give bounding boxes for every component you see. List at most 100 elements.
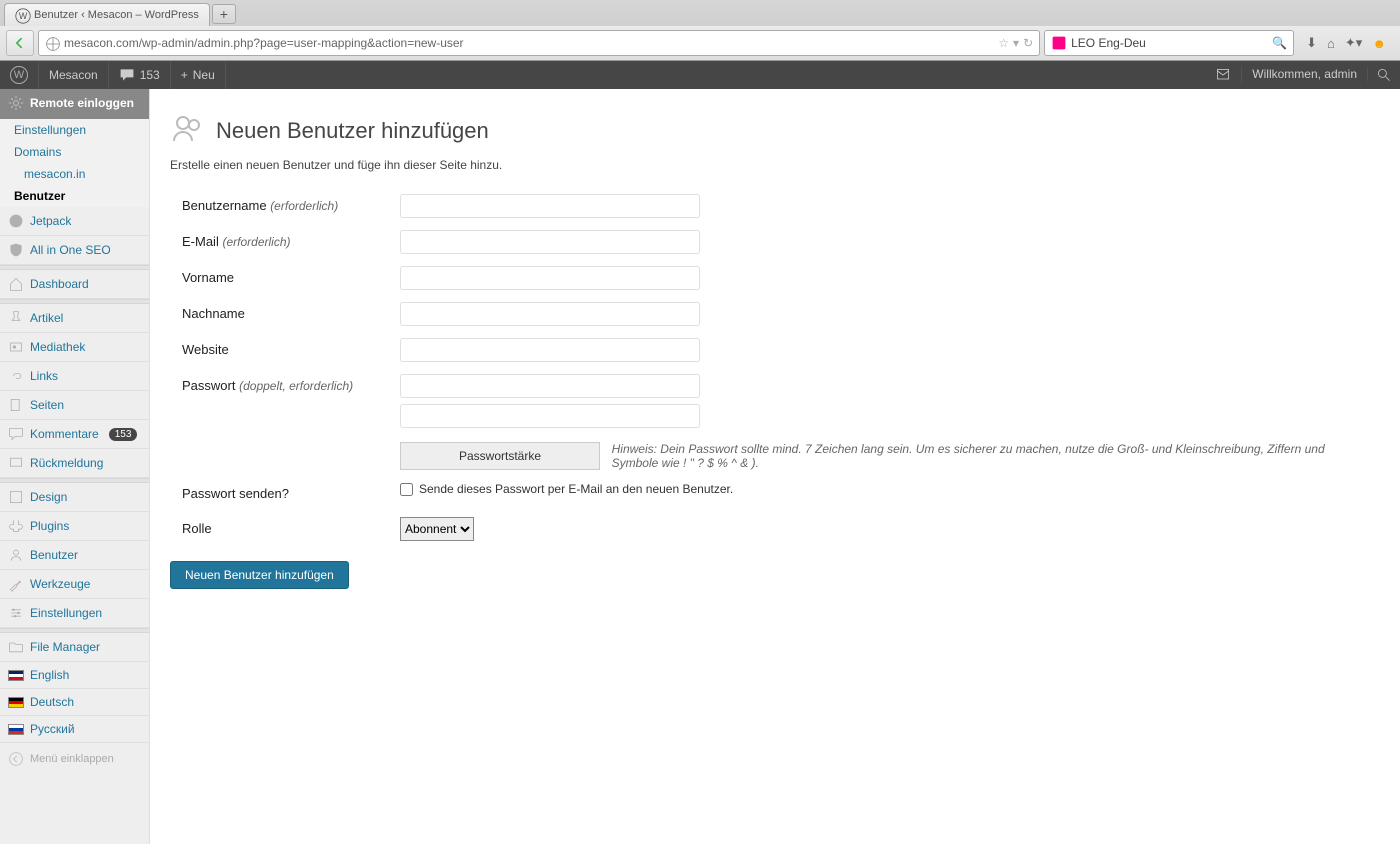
main-content: Neuen Benutzer hinzufügen Erstelle einen… [150,89,1400,844]
password-strength-meter: Passwortstärke [400,442,600,470]
menu-links[interactable]: Links [0,362,149,390]
website-input[interactable] [400,338,700,362]
menu-lang-deutsch[interactable]: Deutsch [0,689,149,715]
send-password-row[interactable]: Sende dieses Passwort per E-Mail an den … [400,482,1370,496]
label-firstname: Vorname [182,270,234,285]
settings-icon [8,605,24,621]
page-description: Erstelle einen neuen Benutzer und füge i… [170,158,1380,172]
menu-jetpack[interactable]: Jetpack [0,207,149,235]
page-title: Neuen Benutzer hinzufügen [216,118,489,144]
submenu-settings[interactable]: Einstellungen [0,119,149,141]
label-password: Passwort [182,378,235,393]
search-toggle[interactable] [1368,67,1400,83]
lastname-input[interactable] [400,302,700,326]
globe-icon [45,36,59,50]
browser-chrome: W Benutzer ‹ Mesacon – WordPress + mesac… [0,0,1400,61]
collapse-icon [8,751,24,767]
reload-icon[interactable]: ↻ [1023,36,1033,50]
firstname-input[interactable] [400,266,700,290]
menu-lang-english[interactable]: English [0,662,149,688]
menu-pages[interactable]: Seiten [0,391,149,419]
label-lastname: Nachname [182,306,245,321]
page-header: Neuen Benutzer hinzufügen [170,111,1380,150]
submenu-domains[interactable]: Domains [0,141,149,163]
gear-icon [8,95,24,111]
comment-count: 153 [140,68,160,82]
menu-feedback[interactable]: Rückmeldung [0,449,149,477]
menu-users[interactable]: Benutzer [0,541,149,569]
plugin-icon [8,518,24,534]
search-placeholder: LEO Eng-Deu [1071,36,1268,50]
admin-sidebar: Remote einloggen Einstellungen Domains m… [0,89,150,844]
menu-settings[interactable]: Einstellungen [0,599,149,627]
users-header-icon [170,111,206,150]
browser-search[interactable]: LEO Eng-Deu 🔍 [1044,30,1294,56]
menu-aioseo[interactable]: All in One SEO [0,236,149,264]
add-user-button[interactable]: Neuen Benutzer hinzufügen [170,561,349,589]
collapse-menu[interactable]: Menü einklappen [0,743,149,775]
howdy-text: Willkommen, admin [1252,67,1357,81]
appearance-icon [8,489,24,505]
svg-text:W: W [19,11,28,21]
required-hint: (erforderlich) [270,199,338,213]
downloads-icon[interactable]: ⬇ [1306,35,1317,51]
password1-input[interactable] [400,374,700,398]
menu-posts[interactable]: Artikel [0,304,149,332]
browser-tab[interactable]: W Benutzer ‹ Mesacon – WordPress [4,3,210,26]
addon-icon[interactable]: ✦▾ [1345,35,1362,51]
label-send-password: Passwort senden? [182,486,289,501]
shield-icon [8,242,24,258]
notifications-icon[interactable] [1205,67,1242,83]
wordpress-icon: W [10,66,28,84]
email-input[interactable] [400,230,700,254]
site-name: Mesacon [49,68,98,82]
flag-en-icon [8,670,24,681]
role-select[interactable]: Abonnent [400,517,474,541]
send-password-label: Sende dieses Passwort per E-Mail an den … [419,482,733,496]
flag-ru-icon [8,724,24,735]
url-bar[interactable]: mesacon.com/wp-admin/admin.php?page=user… [38,30,1040,56]
site-menu[interactable]: Mesacon [39,61,109,89]
new-tab-button[interactable]: + [212,4,236,24]
submenu-domain-item[interactable]: mesacon.in [0,163,149,185]
comment-icon [8,426,24,442]
menu-appearance[interactable]: Design [0,483,149,511]
menu-comments[interactable]: Kommentare153 [0,420,149,448]
new-label: Neu [193,68,215,82]
link-icon [8,368,24,384]
wp-admin-bar: W Mesacon 153 + Neu Willkommen, admin [0,61,1400,89]
home-icon[interactable]: ⌂ [1327,36,1335,51]
users-icon [8,547,24,563]
feedback-icon [8,455,24,471]
comments-badge: 153 [109,428,138,441]
new-content-menu[interactable]: + Neu [171,61,226,89]
comments-menu[interactable]: 153 [109,61,171,89]
required-hint: (erforderlich) [222,235,290,249]
password-hint: Hinweis: Dein Passwort sollte mind. 7 Ze… [612,442,1342,470]
menu-label: Remote einloggen [30,96,134,110]
menu-lang-russian[interactable]: Русский [0,716,149,742]
browser-toolbar-tail: ⬇ ⌂ ✦▾ ☻ [1298,35,1394,51]
menu-media[interactable]: Mediathek [0,333,149,361]
submenu-remote-login: Einstellungen Domains mesacon.in Benutze… [0,119,149,207]
password2-input[interactable] [400,404,700,428]
bookmark-icon[interactable]: ☆ [998,36,1009,50]
menu-tools[interactable]: Werkzeuge [0,570,149,598]
tools-icon [8,576,24,592]
browser-tab-title: Benutzer ‹ Mesacon – WordPress [34,9,199,21]
back-button[interactable] [6,30,34,56]
menu-file-manager[interactable]: File Manager [0,633,149,661]
wp-logo-menu[interactable]: W [0,61,39,89]
folder-icon [8,639,24,655]
menu-remote-login[interactable]: Remote einloggen [0,89,149,119]
search-icon[interactable]: 🔍 [1272,36,1287,50]
send-password-checkbox[interactable] [400,483,413,496]
ghostery-icon[interactable]: ☻ [1372,36,1386,51]
page-icon [8,397,24,413]
submenu-users[interactable]: Benutzer [0,185,149,207]
plus-icon: + [181,68,188,82]
username-input[interactable] [400,194,700,218]
menu-dashboard[interactable]: Dashboard [0,270,149,298]
menu-plugins[interactable]: Plugins [0,512,149,540]
howdy-menu[interactable]: Willkommen, admin [1242,67,1368,81]
